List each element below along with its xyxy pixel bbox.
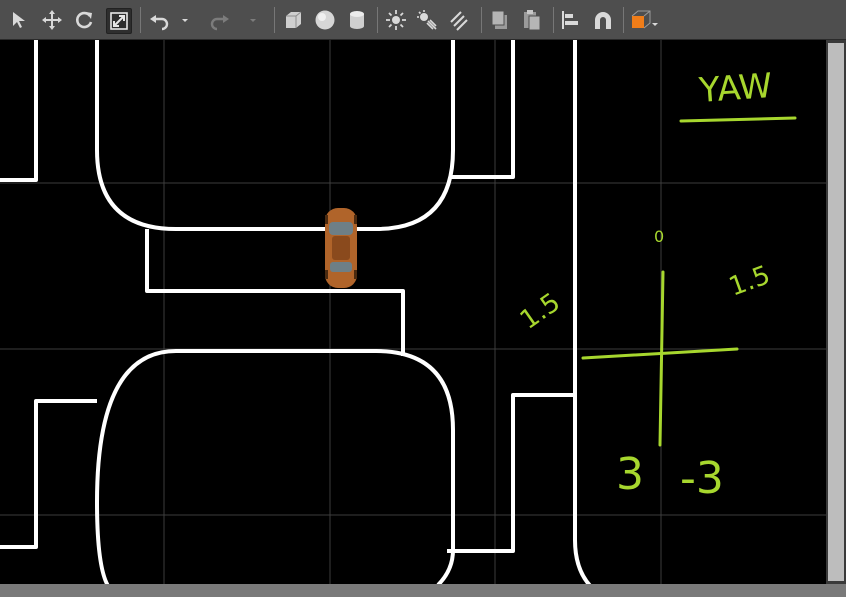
box-icon — [286, 11, 302, 28]
toolbar-divider — [140, 7, 141, 33]
toolbar — [0, 0, 846, 40]
chevron-down-icon — [182, 19, 188, 22]
axis-vertical-line — [658, 270, 665, 447]
scale-tool-button[interactable] — [106, 8, 132, 34]
car-model[interactable] — [325, 208, 357, 288]
rotate-icon — [76, 11, 93, 29]
toolbar-divider — [274, 7, 275, 33]
insert-box-button[interactable] — [281, 8, 305, 32]
lower-left-label: 3 — [616, 449, 644, 500]
insert-sphere-button[interactable] — [313, 8, 337, 32]
paste-icon — [524, 10, 541, 31]
paste-button[interactable] — [520, 8, 544, 32]
scene-canvas[interactable]: YAW 0 1.5 1.5 3 -3 — [0, 40, 826, 584]
cursor-arrow-icon — [13, 12, 25, 28]
redo-button[interactable] — [208, 8, 232, 32]
toolbar-divider — [623, 7, 624, 33]
snap-button[interactable] — [591, 8, 615, 32]
scale-icon — [110, 12, 128, 30]
scene-viewport[interactable]: YAW 0 1.5 1.5 3 -3 — [0, 40, 846, 584]
chevron-down-icon — [250, 19, 256, 22]
toolbar-divider — [481, 7, 482, 33]
axis-top-label: 0 — [654, 227, 664, 246]
toolbar-divider — [553, 7, 554, 33]
horizontal-scrollbar[interactable] — [0, 584, 846, 597]
yaw-annotation: YAW 0 1.5 1.5 3 -3 — [515, 66, 797, 504]
directional-light-button[interactable] — [447, 8, 471, 32]
directional-light-icon — [450, 11, 468, 31]
lower-right-label: -3 — [680, 453, 724, 504]
vertical-scrollbar[interactable] — [826, 40, 846, 584]
yaw-title: YAW — [697, 66, 774, 111]
sun-icon — [386, 10, 406, 30]
axis-horizontal-line — [581, 347, 739, 360]
upper-left-label: 1.5 — [515, 287, 566, 335]
point-light-button[interactable] — [384, 8, 408, 32]
spot-light-button[interactable] — [415, 8, 439, 32]
spotlight-icon — [417, 10, 437, 30]
yaw-title-underline — [679, 116, 797, 123]
magnet-icon — [595, 12, 611, 29]
redo-icon — [210, 15, 229, 31]
view-cube-icon — [631, 10, 658, 29]
toolbar-divider — [377, 7, 378, 33]
upper-right-label: 1.5 — [725, 260, 774, 302]
select-tool-button[interactable] — [8, 8, 32, 32]
sphere-icon — [315, 10, 335, 30]
undo-button[interactable] — [147, 8, 171, 32]
undo-icon — [150, 15, 169, 31]
insert-cylinder-button[interactable] — [345, 8, 369, 32]
cylinder-icon — [350, 11, 364, 29]
align-icon — [562, 11, 578, 29]
undo-dropdown-button[interactable] — [178, 8, 192, 32]
copy-icon — [491, 10, 507, 29]
view-angle-button[interactable] — [629, 8, 661, 32]
redo-dropdown-button[interactable] — [246, 8, 260, 32]
copy-button[interactable] — [488, 8, 512, 32]
move-cross-icon — [42, 10, 62, 30]
rotate-tool-button[interactable] — [72, 8, 96, 32]
translate-tool-button[interactable] — [40, 8, 64, 32]
align-button[interactable] — [559, 8, 583, 32]
vertical-scrollbar-thumb[interactable] — [828, 43, 844, 581]
